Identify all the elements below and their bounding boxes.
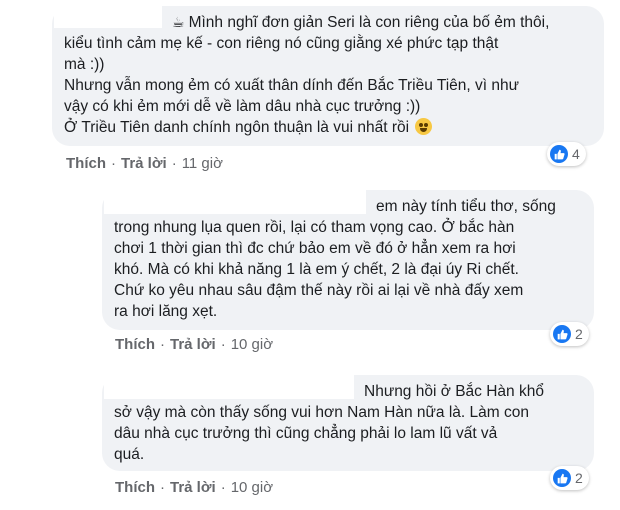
like-link-2[interactable]: Thích xyxy=(115,336,155,353)
comment-2-line-5: Chứ ko yêu nhau sâu đậm thế này rồi ai l… xyxy=(114,282,524,299)
like-reaction-icon xyxy=(550,145,568,163)
coffee-icon: ☕ xyxy=(172,14,185,30)
redacted-author-name xyxy=(104,373,354,399)
redacted-author-name xyxy=(104,188,366,214)
comment-3-line-2: sở vậy mà còn thấy sống vui hơn Nam Hàn … xyxy=(114,404,529,421)
comment-2-line-3: chơi 1 thời gian thì đc chứ bảo em về đó… xyxy=(114,240,516,257)
reaction-count-2: 2 xyxy=(575,326,583,342)
comment-1-line-1: Mình nghĩ đơn giản Seri là con riêng của… xyxy=(188,14,550,31)
reply-link-2[interactable]: Trả lời xyxy=(170,336,216,353)
timestamp-3[interactable]: 10 giờ xyxy=(231,479,273,496)
comment-actions-2: Thích · Trả lời · 10 giờ xyxy=(115,336,274,353)
comment-actions-3: Thích · Trả lời · 10 giờ xyxy=(115,479,274,496)
timestamp-1[interactable]: 11 giờ xyxy=(182,155,223,172)
comment-1-line-5: vậy có khi ẻm mới dễ về làm dâu nhà cục … xyxy=(64,98,421,115)
comment-2-line-4: khó. Mà có khi khả năng 1 là em ý chết, … xyxy=(114,261,519,278)
timestamp-2[interactable]: 10 giờ xyxy=(231,336,273,353)
reaction-summary-3[interactable]: 2 xyxy=(550,466,589,490)
reaction-count-1: 4 xyxy=(572,146,580,162)
reaction-summary-1[interactable]: 4 xyxy=(547,142,586,166)
comment-1-line-2: kiểu tình cảm mẹ kế - con riêng nó cũng … xyxy=(64,35,499,52)
comment-1-line-3: mà :)) xyxy=(64,56,105,73)
like-reaction-icon xyxy=(553,325,571,343)
comment-2-line-6: ra hơi lăng xẹt. xyxy=(114,303,218,320)
reaction-summary-2[interactable]: 2 xyxy=(550,322,589,346)
like-link-3[interactable]: Thích xyxy=(115,479,155,496)
comment-3-line-3: dâu nhà cục trưởng thì cũng chẳng phải l… xyxy=(114,425,498,442)
reaction-count-3: 2 xyxy=(575,470,583,486)
reply-link-1[interactable]: Trả lời xyxy=(121,155,167,172)
like-reaction-icon xyxy=(553,469,571,487)
redacted-author-name xyxy=(54,4,162,28)
crying-face-emoji-icon xyxy=(415,118,433,135)
like-link-1[interactable]: Thích xyxy=(66,155,106,172)
comment-1-line-6: Ở Triều Tiên danh chính ngôn thuận là vu… xyxy=(64,119,410,136)
comment-3-line-4: quá. xyxy=(114,446,145,463)
comment-1-line-4: Nhưng vẫn mong ẻm có xuất thân dính đến … xyxy=(64,77,520,94)
comment-2-line-2: trong nhung lụa quen rồi, lại có tham vọ… xyxy=(114,219,515,236)
reply-link-3[interactable]: Trả lời xyxy=(170,479,216,496)
comment-actions-1: Thích · Trả lời · 11 giờ xyxy=(66,155,223,172)
